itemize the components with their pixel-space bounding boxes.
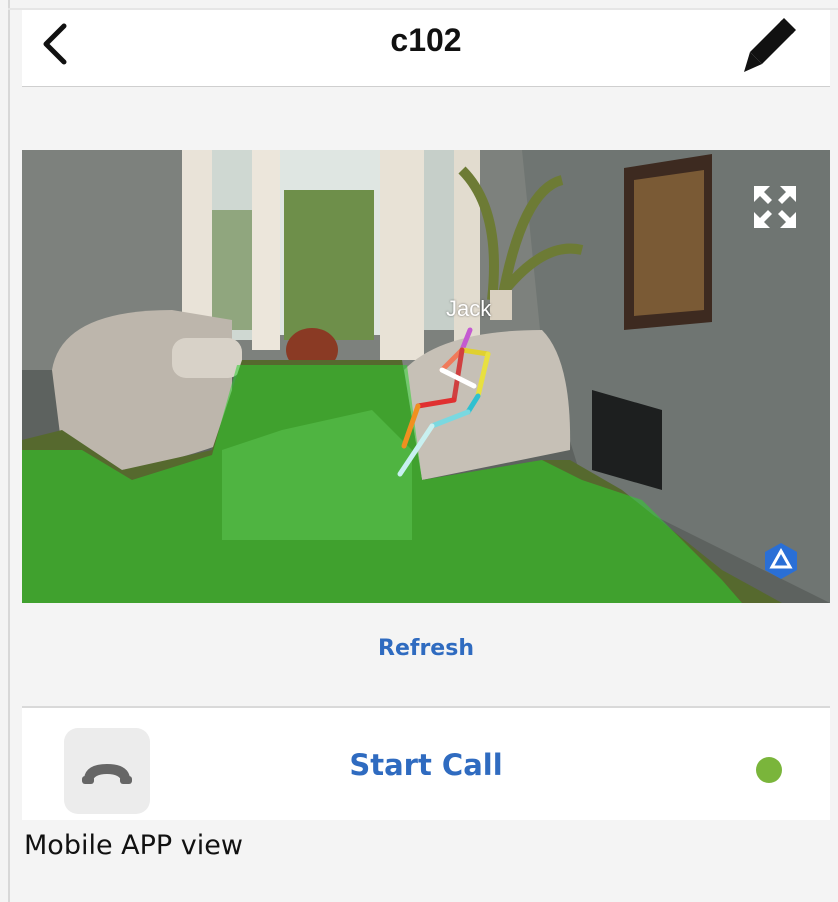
- brand-logo-icon: [765, 543, 797, 579]
- camera-snapshot: [22, 150, 830, 603]
- person-label: Jack: [446, 296, 492, 321]
- status-indicator: [756, 757, 782, 783]
- page-title: c102: [390, 22, 462, 58]
- camera-feed[interactable]: Jack: [22, 150, 830, 603]
- start-call-button[interactable]: Start Call: [22, 748, 830, 782]
- fullscreen-button[interactable]: [752, 184, 798, 230]
- pencil-icon: [744, 18, 796, 72]
- expand-arrows-icon: [754, 186, 796, 228]
- brand-logo: [762, 542, 800, 580]
- refresh-button[interactable]: Refresh: [22, 636, 830, 661]
- edit-button[interactable]: [740, 18, 796, 74]
- caption: Mobile APP view: [24, 830, 243, 861]
- page-border: [8, 0, 10, 902]
- call-panel: Start Call: [22, 708, 830, 820]
- app-header: c102: [22, 10, 830, 87]
